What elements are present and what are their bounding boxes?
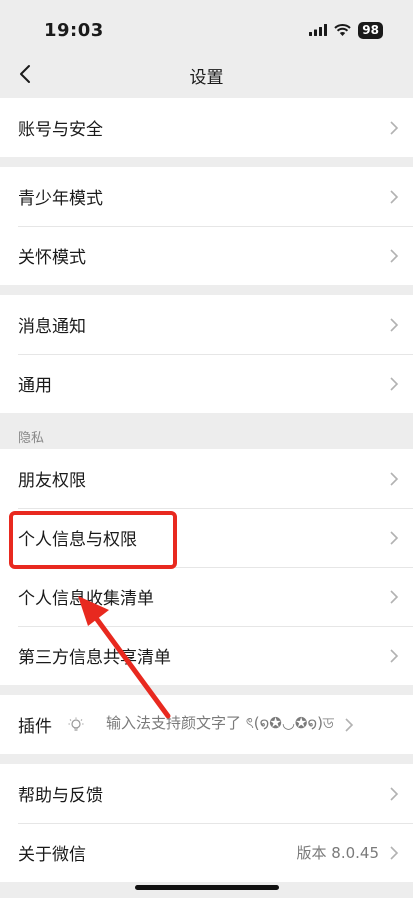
battery-indicator: 98 (358, 21, 383, 39)
chevron-right-icon (390, 189, 399, 204)
settings-row-personal-info-list[interactable]: 个人信息收集清单 (0, 567, 413, 626)
row-label: 账号与安全 (18, 120, 103, 140)
settings-group-privacy: 朋友权限 个人信息与权限 个人信息收集清单 第三方信息共享清单 (0, 449, 413, 685)
chevron-right-icon (390, 317, 399, 332)
settings-row-help-feedback[interactable]: 帮助与反馈 (0, 764, 413, 823)
chevron-right-icon (390, 845, 399, 860)
status-icons: 98 (309, 21, 383, 39)
row-label: 青少年模式 (18, 189, 103, 209)
settings-group-account: 账号与安全 (0, 98, 413, 157)
settings-row-care-mode[interactable]: 关怀模式 (0, 226, 413, 285)
settings-row-friend-permissions[interactable]: 朋友权限 (0, 449, 413, 508)
chevron-right-icon (390, 376, 399, 391)
settings-group-general: 消息通知 通用 (0, 295, 413, 413)
settings-group-plugins: 插件 输入法支持颜文字了 ৎ(໑✪◡✪໑)ড (0, 695, 413, 754)
row-label: 第三方信息共享清单 (18, 648, 171, 668)
wifi-icon (334, 24, 351, 36)
page-title: 设置 (189, 67, 224, 88)
chevron-right-icon (390, 248, 399, 263)
row-label: 关怀模式 (18, 248, 86, 268)
row-label: 朋友权限 (18, 471, 86, 491)
nav-bar: 设置 (0, 52, 413, 98)
chevron-right-icon (390, 471, 399, 486)
row-label: 消息通知 (18, 317, 86, 337)
row-label: 个人信息收集清单 (18, 589, 154, 609)
cellular-signal-icon (309, 24, 328, 36)
settings-row-teen-mode[interactable]: 青少年模式 (0, 167, 413, 226)
row-label: 帮助与反馈 (18, 786, 103, 806)
status-bar: 19:03 98 (0, 0, 413, 52)
settings-row-about-wechat[interactable]: 关于微信 版本 8.0.45 (0, 823, 413, 882)
row-label: 通用 (18, 376, 52, 396)
settings-row-notifications[interactable]: 消息通知 (0, 295, 413, 354)
row-label: 关于微信 (18, 845, 86, 865)
chevron-right-icon (390, 589, 399, 604)
settings-row-account-security[interactable]: 账号与安全 (0, 98, 413, 157)
bulb-icon (68, 717, 84, 731)
chevron-right-icon (345, 717, 354, 732)
status-time: 19:03 (44, 19, 104, 41)
back-arrow-icon[interactable] (14, 62, 38, 86)
row-label: 个人信息与权限 (18, 530, 137, 550)
chevron-right-icon (390, 530, 399, 545)
settings-row-third-party-sharing[interactable]: 第三方信息共享清单 (0, 626, 413, 685)
settings-group-modes: 青少年模式 关怀模式 (0, 167, 413, 285)
settings-row-general[interactable]: 通用 (0, 354, 413, 413)
row-label: 插件 (18, 717, 52, 737)
row-value: 版本 8.0.45 (296, 844, 379, 862)
privacy-section-header: 隐私 (0, 413, 413, 449)
home-indicator (135, 885, 279, 890)
row-value: 输入法支持颜文字了 ৎ(໑✪◡✪໑)ড (106, 714, 334, 732)
chevron-right-icon (390, 786, 399, 801)
settings-group-about: 帮助与反馈 关于微信 版本 8.0.45 (0, 764, 413, 882)
chevron-right-icon (390, 648, 399, 663)
chevron-right-icon (390, 120, 399, 135)
settings-row-plugins[interactable]: 插件 输入法支持颜文字了 ৎ(໑✪◡✪໑)ড (0, 695, 413, 754)
settings-row-personal-info-permissions[interactable]: 个人信息与权限 (0, 508, 413, 567)
